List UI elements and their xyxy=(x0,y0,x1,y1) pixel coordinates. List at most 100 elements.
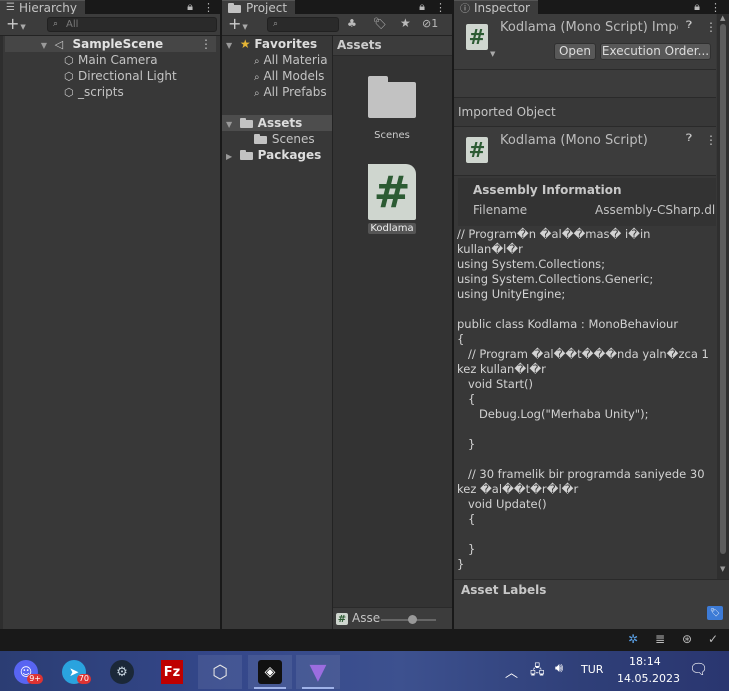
favorite-star-icon[interactable]: ★ xyxy=(400,16,411,30)
hierarchy-left-gutter xyxy=(0,36,3,629)
hierarchy-item-scripts[interactable]: ⬡ _scripts xyxy=(64,84,124,100)
project-tab-actions: 🔒︎ ⋮ xyxy=(419,0,446,14)
tree-favorite-item[interactable]: ⌕ All Models xyxy=(254,68,324,84)
hierarchy-item-directional-light[interactable]: ⬡ Directional Light xyxy=(64,68,177,84)
collapse-triangle-icon[interactable]: ▶ xyxy=(226,149,236,165)
hierarchy-item-main-camera[interactable]: ⬡ Main Camera xyxy=(64,52,158,68)
hierarchy-toolbar: +▼ ⌕ All xyxy=(0,14,220,36)
project-toolbar: +▼ ⌕ ♣ 🏷︎ ★ ⊘1 xyxy=(222,14,452,36)
grid-breadcrumb-bar: Assets xyxy=(333,36,452,56)
filename-value: Assembly-CSharp.dl xyxy=(595,203,716,217)
favorites-label: Favorites xyxy=(254,37,318,51)
icon-size-slider-thumb[interactable] xyxy=(408,615,417,624)
grid-item-scenes[interactable]: Scenes xyxy=(363,76,421,141)
expand-triangle-icon[interactable]: ▼ xyxy=(41,38,51,54)
help-icon[interactable]: ❓︎ xyxy=(686,133,692,144)
tree-scenes[interactable]: Scenes xyxy=(254,131,315,147)
lock-icon[interactable]: 🔒︎ xyxy=(694,0,700,14)
search-icon: ⌕ xyxy=(53,19,59,29)
search-by-type-icon[interactable]: ♣ xyxy=(347,17,357,30)
script-source-text: // Program�n �al��mas� i�in kullan�l�r u… xyxy=(457,227,709,571)
tree-favorite-item[interactable]: ⌕ All Materia xyxy=(254,52,328,68)
gameobject-cube-icon: ⬡ xyxy=(64,70,74,83)
search-icon: ⌕ xyxy=(273,19,279,29)
kebab-menu-icon[interactable]: ⋮ xyxy=(435,1,446,14)
notification-center-icon[interactable]: 🗨︎ xyxy=(689,660,708,678)
footer-asset-path: Asse xyxy=(352,611,381,625)
packages-label: Packages xyxy=(257,148,322,162)
scrollbar-thumb[interactable] xyxy=(720,24,726,554)
taskbar-app-unity-hub[interactable]: ⬡ xyxy=(198,655,242,689)
inspector-header: # ▼ Kodlama (Mono Script) Impor ❓︎ ⋮ Ope… xyxy=(454,14,717,70)
network-icon[interactable]: 🖧︎ xyxy=(530,661,545,683)
inspector-tabbar: ⓘ Inspector 🔒︎ ⋮ xyxy=(454,0,729,15)
clock-time[interactable]: 18:14 xyxy=(629,655,661,668)
asset-labels-label: Asset Labels xyxy=(461,583,547,597)
breadcrumb-assets[interactable]: Assets xyxy=(337,38,382,52)
execution-order-button[interactable]: Execution Order... xyxy=(600,43,711,60)
csharp-script-small-icon: # xyxy=(336,613,348,625)
kebab-menu-icon[interactable]: ⋮ xyxy=(710,1,721,14)
hierarchy-search-placeholder: All xyxy=(66,19,79,30)
input-language[interactable]: TUR xyxy=(581,663,603,676)
unity-scene-icon: ◁ xyxy=(54,38,64,51)
volume-icon[interactable]: 🔊︎ xyxy=(555,661,563,676)
assembly-info-section: Assembly Information Filename Assembly-C… xyxy=(458,178,716,226)
taskbar-app-filezilla[interactable]: Fz xyxy=(150,655,194,689)
gameobject-cube-icon: ⬡ xyxy=(64,54,74,67)
expand-triangle-icon[interactable]: ▼ xyxy=(226,117,236,133)
assembly-info-label: Assembly Information xyxy=(473,183,622,197)
scene-kebab-icon[interactable]: ⋮ xyxy=(200,36,212,52)
notification-badge: 70 xyxy=(76,674,91,684)
favorite-item-label: All Materia xyxy=(263,53,328,67)
chevron-down-icon[interactable]: ▼ xyxy=(490,50,495,58)
hierarchy-search-input[interactable]: ⌕ All xyxy=(47,17,217,32)
project-search-input[interactable]: ⌕ xyxy=(267,17,339,32)
tree-assets[interactable]: ▼ Assets xyxy=(222,115,332,131)
tab-inspector[interactable]: ⓘ Inspector xyxy=(454,0,538,15)
chevron-down-icon: ▼ xyxy=(242,23,248,31)
favorites-star-icon: ★ xyxy=(239,37,251,51)
taskbar-app-discord[interactable]: ☺ 9+ xyxy=(4,655,48,689)
hierarchy-tabbar: ☰ Hierarchy 🔒︎ ⋮ xyxy=(0,0,220,15)
search-icon: ⌕ xyxy=(254,56,260,67)
hidden-packages-toggle[interactable]: ⊘1 xyxy=(422,17,438,30)
kebab-menu-icon[interactable]: ⋮ xyxy=(203,1,214,14)
imported-object-title: Kodlama (Mono Script) xyxy=(500,133,648,148)
open-button[interactable]: Open xyxy=(554,43,596,60)
filezilla-icon: Fz xyxy=(161,660,183,684)
scroll-up-arrow-icon[interactable]: ▲ xyxy=(720,14,725,22)
tab-project[interactable]: Project xyxy=(222,0,296,15)
inspector-scrollbar[interactable]: ▲ ▼ xyxy=(717,14,729,579)
taskbar-app-steam[interactable]: ⚙ xyxy=(100,655,144,689)
taskbar-app-unity-editor[interactable]: ◈ xyxy=(248,655,292,689)
scene-row-samplescene[interactable]: ▼ ◁ SampleScene ⋮ xyxy=(5,36,216,52)
expand-triangle-icon[interactable]: ▼ xyxy=(226,38,236,54)
lock-icon[interactable]: 🔒︎ xyxy=(187,0,193,14)
tree-favorite-item[interactable]: ⌕ All Prefabs xyxy=(254,84,327,100)
scroll-down-arrow-icon[interactable]: ▼ xyxy=(720,565,725,573)
tree-packages[interactable]: ▶ Packages xyxy=(226,147,321,163)
kebab-menu-icon[interactable]: ⋮ xyxy=(705,20,717,34)
folder-icon xyxy=(239,150,254,160)
progress-check-icon[interactable]: ✓ xyxy=(708,632,718,646)
asset-label-tag-icon[interactable]: 🏷︎ xyxy=(707,606,723,620)
create-add-button[interactable]: +▼ xyxy=(6,16,26,35)
kebab-menu-icon[interactable]: ⋮ xyxy=(705,133,717,147)
taskbar-app-telegram[interactable]: ➤ 70 xyxy=(52,655,96,689)
tree-favorites[interactable]: ▼ ★ Favorites xyxy=(226,36,317,52)
cache-server-icon[interactable]: ≣ xyxy=(655,632,665,646)
editor-status-bar: ✲ ≣ ⊛ ✓ xyxy=(0,629,729,651)
auto-generate-lighting-icon[interactable]: ✲ xyxy=(628,632,638,646)
tab-hierarchy[interactable]: ☰ Hierarchy xyxy=(0,0,85,15)
debug-mode-icon[interactable]: ⊛ xyxy=(682,632,692,646)
grid-item-kodlama[interactable]: # Kodlama xyxy=(365,164,419,234)
taskbar-app-visual-studio[interactable]: ▼ xyxy=(296,655,340,689)
help-icon[interactable]: ❓︎ xyxy=(686,20,692,31)
create-add-button[interactable]: +▼ xyxy=(228,16,248,35)
show-hidden-icons-chevron-icon[interactable]: ︿ xyxy=(505,662,518,681)
clock-date[interactable]: 14.05.2023 xyxy=(617,672,680,685)
lock-icon[interactable]: 🔒︎ xyxy=(419,0,425,14)
search-by-label-icon[interactable]: 🏷︎ xyxy=(373,17,387,30)
hierarchy-tab-label: Hierarchy xyxy=(18,0,77,15)
